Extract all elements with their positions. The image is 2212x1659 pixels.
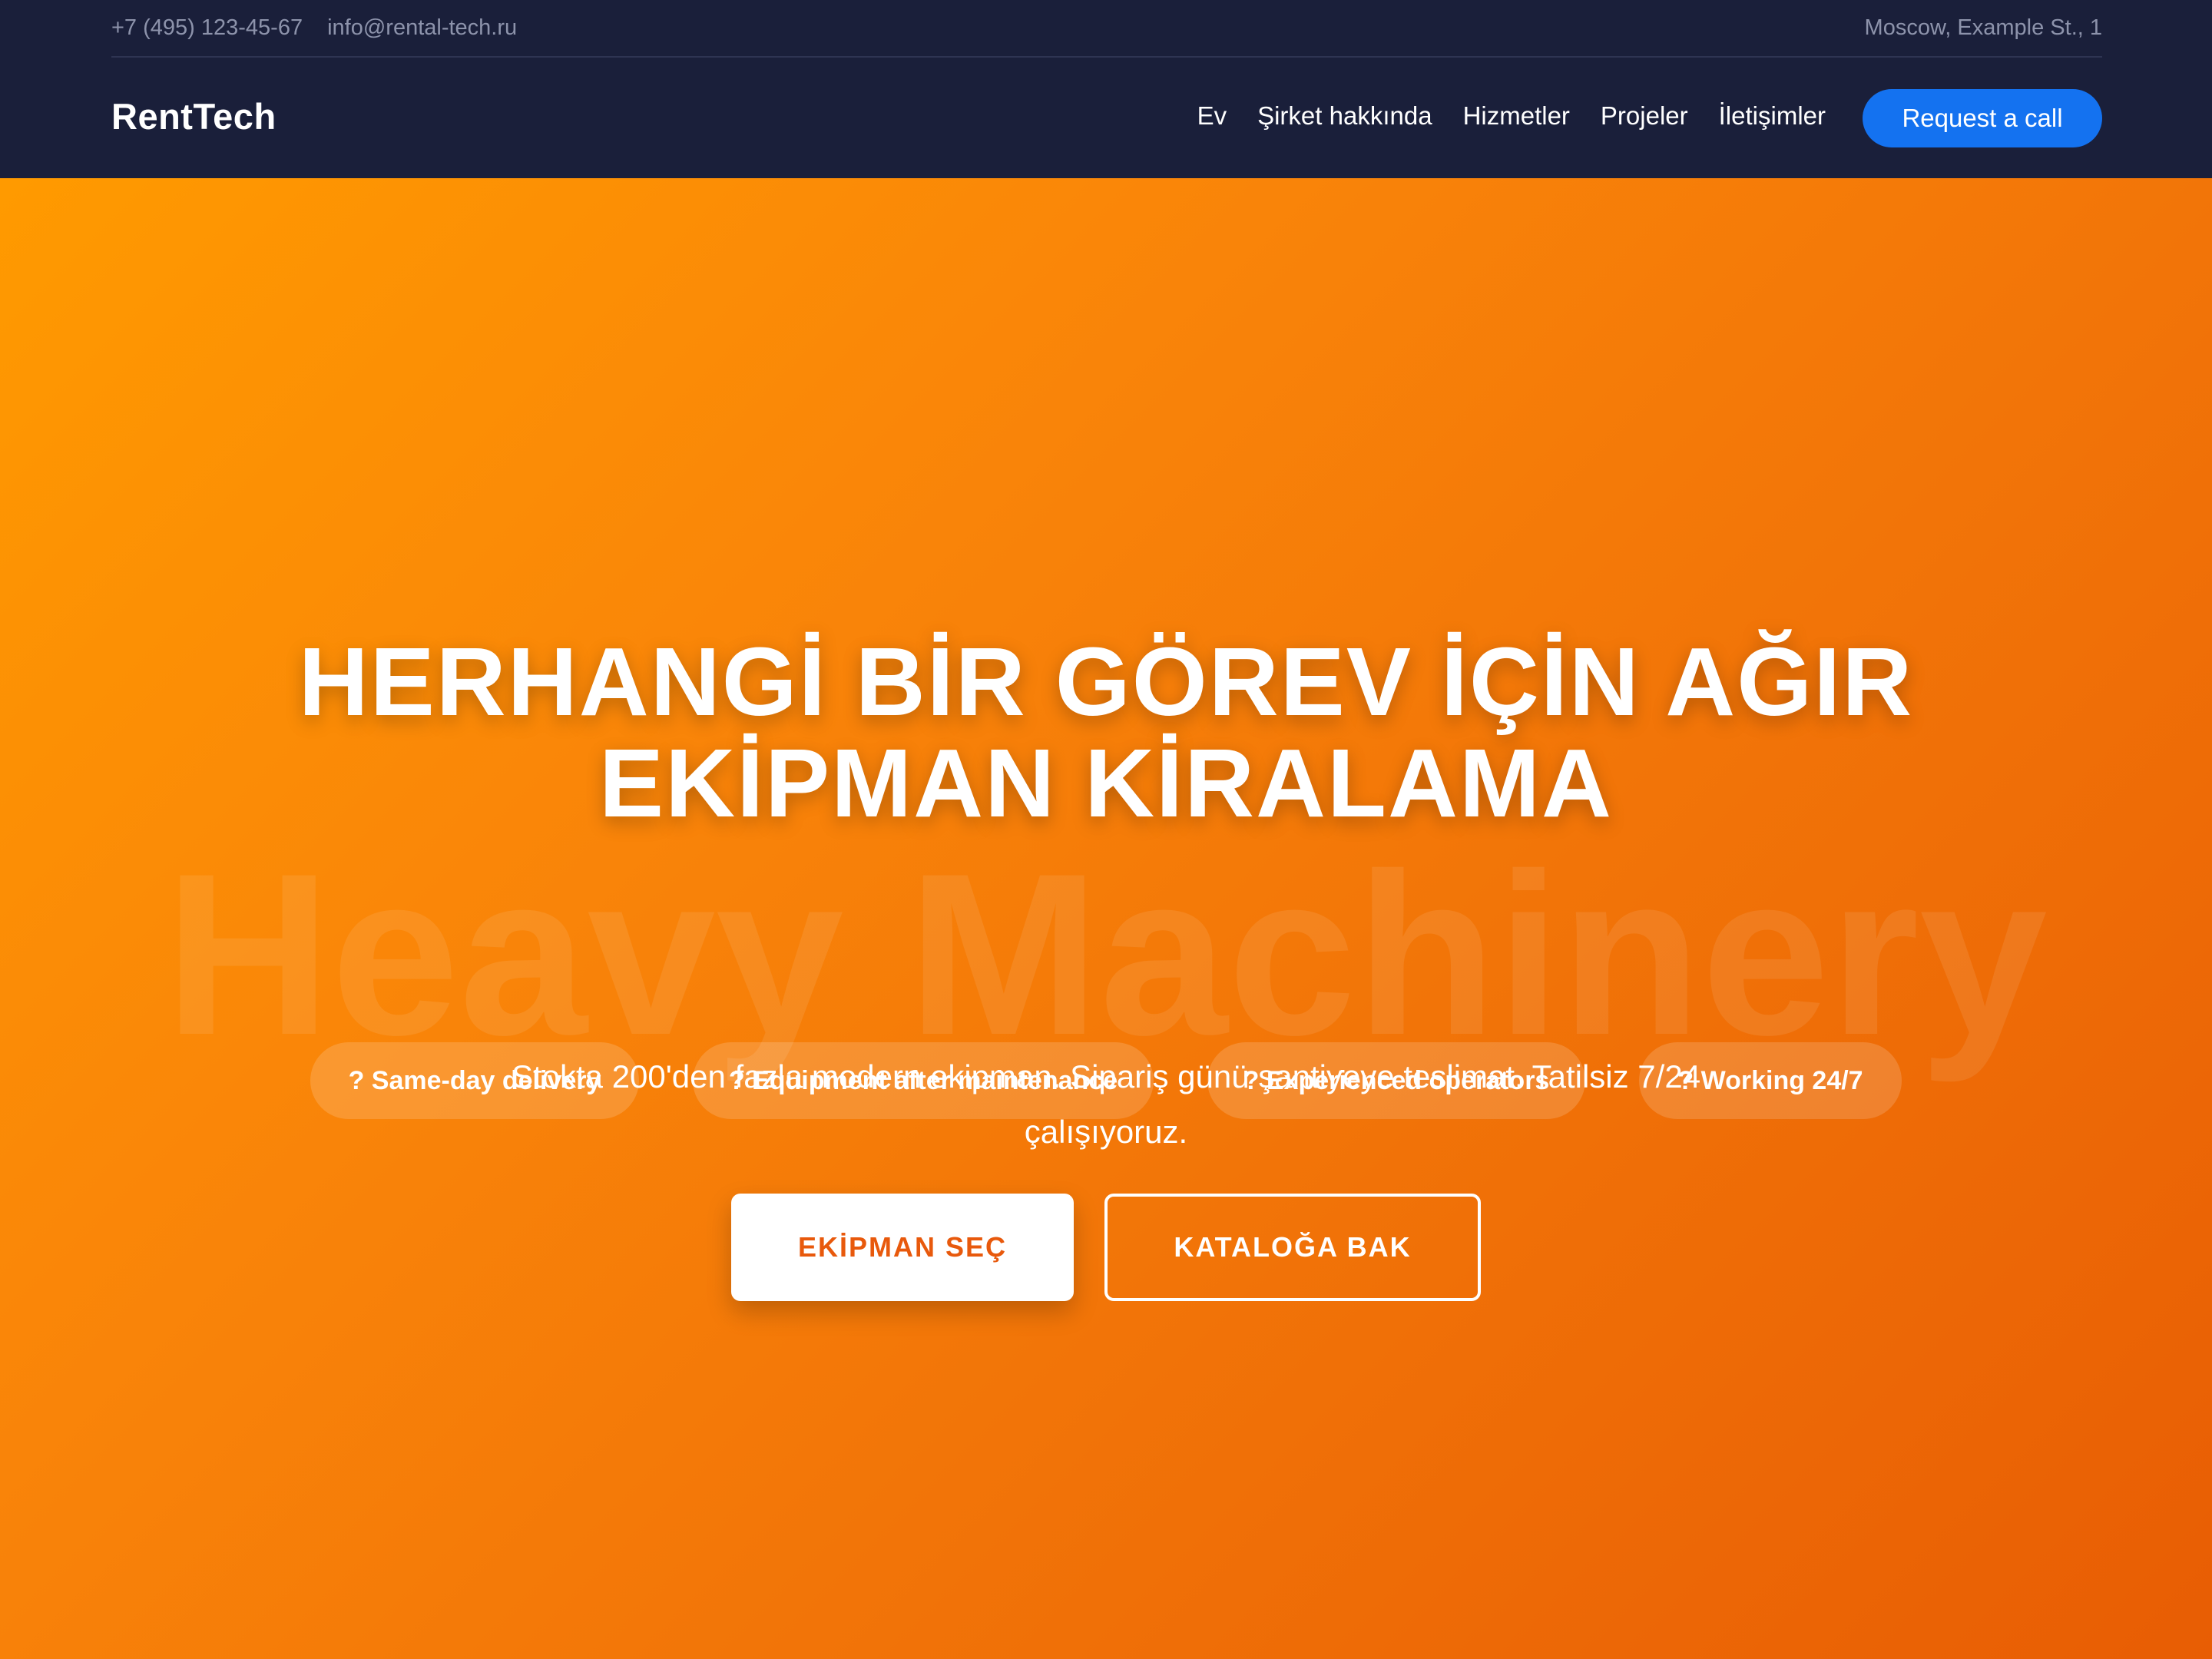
phone-link[interactable]: +7 (495) 123-45-67 — [111, 15, 303, 41]
feature-pill-maintenance: ? Equipment after maintenance — [693, 1042, 1154, 1119]
top-bar: +7 (495) 123-45-67 info@rental-tech.ru M… — [111, 0, 2102, 58]
page: +7 (495) 123-45-67 info@rental-tech.ru M… — [0, 0, 2212, 1659]
nav-link-about[interactable]: Şirket hakkında — [1257, 101, 1432, 131]
feature-pill-delivery: ? Same-day delivery — [310, 1042, 639, 1119]
hero-watermark: Heavy Machinery — [164, 825, 2048, 1083]
nav-link-home[interactable]: Ev — [1197, 101, 1227, 131]
nav-links: Ev Şirket hakkında Hizmetler Projeler İl… — [1197, 101, 1826, 131]
view-catalog-button[interactable]: KATALOĞA BAK — [1104, 1194, 1481, 1301]
main-navbar: RentTech Ev Şirket hakkında Hizmetler Pr… — [111, 58, 2102, 178]
email-link[interactable]: info@rental-tech.ru — [327, 15, 517, 41]
choose-equipment-button[interactable]: EKİPMAN SEÇ — [731, 1194, 1074, 1301]
logo[interactable]: RentTech — [111, 95, 276, 137]
feature-pill-operators: ? Experienced operators — [1207, 1042, 1585, 1119]
request-call-button[interactable]: Request a call — [1863, 89, 2102, 147]
feature-pills: ? Same-day delivery ? Equipment after ma… — [0, 1042, 2212, 1119]
contact-info: +7 (495) 123-45-67 info@rental-tech.ru — [111, 15, 517, 41]
nav-link-contacts[interactable]: İletişimler — [1719, 101, 1826, 131]
nav-link-projects[interactable]: Projeler — [1601, 101, 1688, 131]
hero-section: Heavy Machinery HERHANGİ BİR GÖREV İÇİN … — [0, 178, 2212, 1659]
hero-subtitle-line-2: çalışıyoruz. — [1024, 1114, 1188, 1150]
feature-pill-24-7: ? Working 24/7 — [1639, 1042, 1902, 1119]
site-header: +7 (495) 123-45-67 info@rental-tech.ru M… — [0, 0, 2212, 178]
hero-title-line-2: EKİPMAN KİRALAMA — [599, 729, 1613, 837]
nav-link-services[interactable]: Hizmetler — [1463, 101, 1570, 131]
address-text: Moscow, Example St., 1 — [1864, 15, 2102, 40]
hero-title-line-1: HERHANGİ BİR GÖREV İÇİN AĞIR — [298, 628, 1914, 736]
hero-title: HERHANGİ BİR GÖREV İÇİN AĞIR EKİPMAN KİR… — [184, 631, 2028, 834]
